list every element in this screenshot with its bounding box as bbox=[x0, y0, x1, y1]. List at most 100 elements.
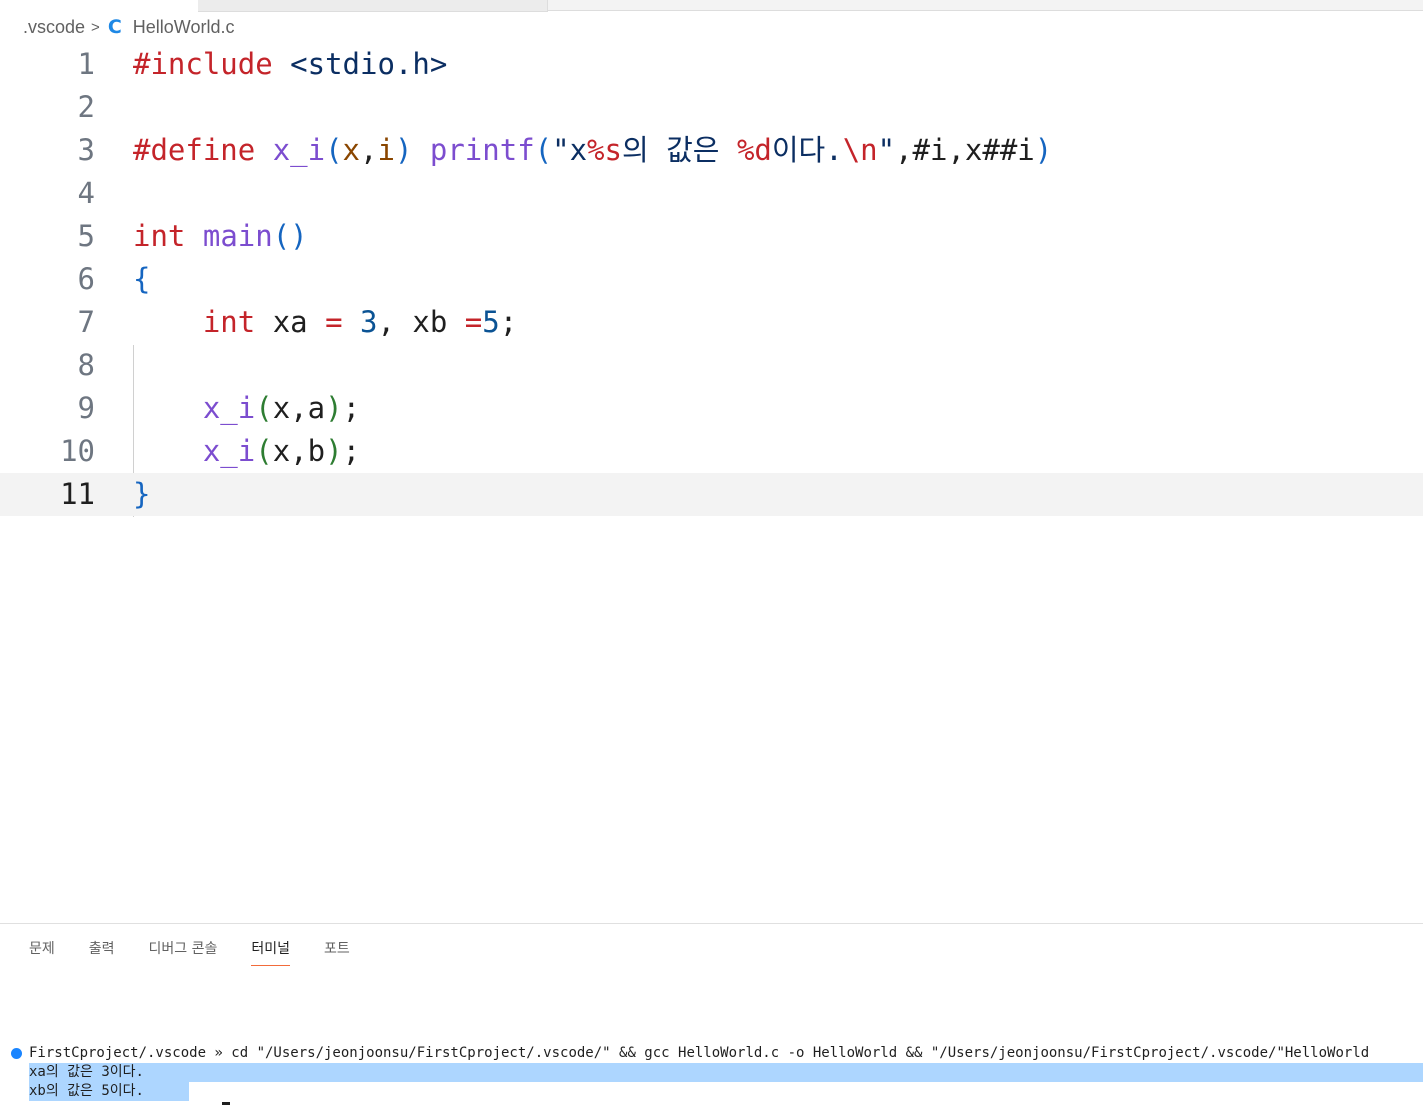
code-line[interactable]: 10 x_i(x,b); bbox=[0, 430, 1423, 473]
line-number: 7 bbox=[77, 305, 95, 339]
code-token: %d bbox=[736, 133, 772, 167]
code-line[interactable]: 4 bbox=[0, 172, 1423, 215]
code-line[interactable]: 1 #include <stdio.h> bbox=[0, 43, 1423, 86]
code-token: int bbox=[202, 305, 256, 339]
code-token: , xb bbox=[377, 305, 465, 339]
editor-tab-strip bbox=[0, 0, 1423, 12]
code-token: ,#i,x##i bbox=[895, 133, 1035, 167]
code-text: { bbox=[133, 258, 150, 301]
code-token: ( bbox=[534, 133, 553, 167]
line-number: 3 bbox=[77, 133, 95, 167]
line-number: 6 bbox=[77, 262, 95, 296]
code-token: ( bbox=[325, 133, 343, 167]
code-text: x_i(x,b); bbox=[133, 430, 360, 473]
code-line[interactable]: 11} bbox=[0, 473, 1423, 516]
code-token: x_i bbox=[202, 391, 256, 425]
code-line[interactable]: 7 int xa = 3, xb =5; bbox=[0, 301, 1423, 344]
code-line[interactable]: 9 x_i(x,a); bbox=[0, 387, 1423, 430]
code-line[interactable]: 5 int main() bbox=[0, 215, 1423, 258]
line-number: 2 bbox=[77, 90, 95, 124]
editor-tab[interactable] bbox=[198, 0, 371, 12]
code-token: 의 값은 bbox=[621, 133, 737, 167]
code-token: <stdio.h> bbox=[290, 47, 448, 81]
code-token: %s bbox=[587, 133, 622, 167]
code-token: 3 bbox=[360, 305, 378, 339]
line-number: 9 bbox=[77, 391, 95, 425]
code-token: 5 bbox=[482, 305, 500, 339]
code-text: int xa = 3, xb =5; bbox=[133, 301, 517, 344]
panel-tab[interactable]: 문제 bbox=[29, 938, 55, 966]
code-token: " bbox=[877, 133, 896, 167]
code-token: 이다. bbox=[771, 133, 843, 167]
vscode-window: .vscode > C HelloWorld.c 1 #include <stdi… bbox=[0, 0, 1423, 1105]
code-token: x,a bbox=[272, 391, 326, 425]
breadcrumb-file[interactable]: HelloWorld.c bbox=[133, 17, 235, 38]
command-status-dot-icon bbox=[11, 1048, 22, 1059]
line-number: 10 bbox=[60, 434, 95, 468]
code-token: "x bbox=[552, 133, 588, 167]
code-token: = bbox=[325, 305, 343, 339]
code-token: { bbox=[133, 262, 151, 296]
code-token: ) bbox=[325, 391, 343, 425]
code-token: #define bbox=[133, 133, 256, 167]
code-token: #include bbox=[133, 47, 273, 81]
code-token: ( bbox=[255, 391, 273, 425]
editor-tab[interactable] bbox=[370, 0, 548, 12]
line-number: 8 bbox=[77, 348, 95, 382]
panel-tab[interactable]: 출력 bbox=[89, 938, 115, 966]
code-line[interactable]: 3 #define x_i(x,i) printf("x%s의 값은 %d이다.\… bbox=[0, 129, 1423, 172]
panel-tab[interactable]: 포트 bbox=[324, 938, 350, 966]
code-token: ) bbox=[394, 133, 413, 167]
code-text: #define x_i(x,i) printf("x%s의 값은 %d이다.\n… bbox=[133, 129, 1052, 172]
code-token: xa bbox=[255, 305, 326, 339]
code-line[interactable]: 6{ bbox=[0, 258, 1423, 301]
breadcrumb: .vscode > C HelloWorld.c bbox=[23, 15, 234, 39]
line-number: 5 bbox=[77, 219, 95, 253]
code-token: int bbox=[133, 219, 186, 253]
code-token: main bbox=[202, 219, 273, 253]
code-line[interactable]: 8 bbox=[0, 344, 1423, 387]
code-editor[interactable]: 1 #include <stdio.h> 2 3 #define x_i(x,i) pr… bbox=[0, 43, 1423, 923]
code-text: int main() bbox=[133, 215, 308, 258]
code-token: = bbox=[464, 305, 483, 339]
code-token: printf bbox=[429, 133, 535, 167]
chevron-right-icon: > bbox=[91, 18, 100, 36]
code-text: #include <stdio.h> bbox=[133, 43, 447, 86]
code-token: ; bbox=[342, 391, 361, 425]
code-token: () bbox=[272, 219, 308, 253]
code-token: x bbox=[342, 133, 361, 167]
line-number: 4 bbox=[77, 176, 95, 210]
code-token: i bbox=[377, 133, 395, 167]
terminal-selection bbox=[29, 1063, 1423, 1082]
panel-tab-bar: 문제 출력 디버그 콘솔 터미널 포트 bbox=[29, 938, 384, 966]
code-token: , bbox=[360, 133, 378, 167]
code-token: ; bbox=[342, 434, 361, 468]
code-text: x_i(x,a); bbox=[133, 387, 360, 430]
c-file-icon: C bbox=[107, 16, 122, 38]
bottom-panel: 문제 출력 디버그 콘솔 터미널 포트 FirstCproject/.vscode » … bbox=[0, 923, 1423, 1105]
tab-strip-border bbox=[548, 10, 1423, 11]
code-token: x_i bbox=[272, 133, 326, 167]
editor-tab-active[interactable] bbox=[0, 0, 199, 11]
panel-tab[interactable]: 터미널 bbox=[251, 938, 290, 966]
code-token: x,b bbox=[272, 434, 326, 468]
code-token: \n bbox=[842, 133, 878, 167]
code-token: ; bbox=[499, 305, 518, 339]
terminal-output-line: xb의 값은 5이다. bbox=[29, 1083, 144, 1099]
breadcrumb-folder[interactable]: .vscode bbox=[23, 17, 85, 38]
terminal[interactable]: FirstCproject/.vscode » cd "/Users/jeonj… bbox=[0, 1044, 1423, 1105]
code-token: ( bbox=[255, 434, 273, 468]
panel-tab[interactable]: 디버그 콘솔 bbox=[149, 938, 218, 966]
code-line[interactable]: 2 bbox=[0, 86, 1423, 129]
code-token: ) bbox=[1034, 133, 1053, 167]
terminal-output-line: xa의 값은 3이다. bbox=[29, 1064, 144, 1080]
code-token: x_i bbox=[202, 434, 256, 468]
